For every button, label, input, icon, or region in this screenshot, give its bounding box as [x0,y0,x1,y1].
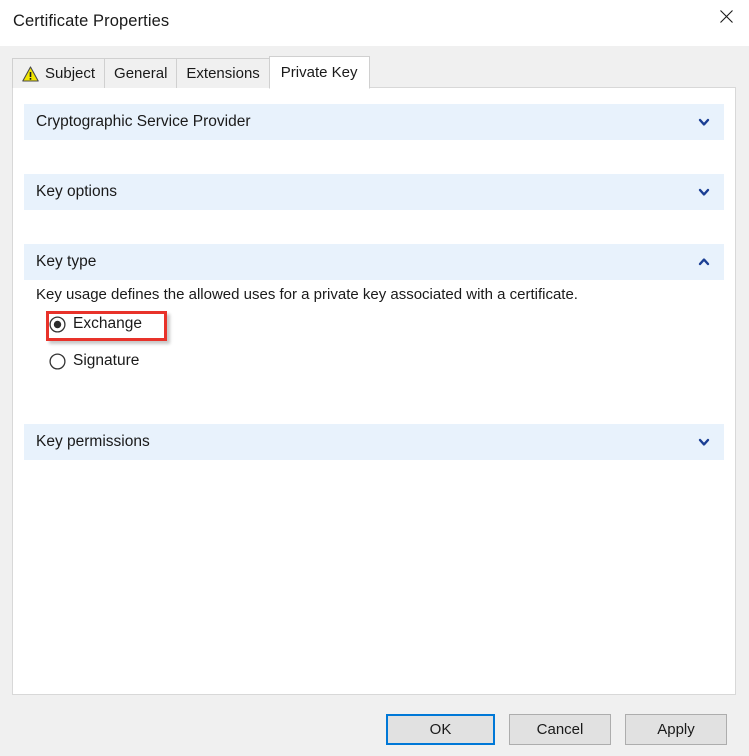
radio-signature-label: Signature [73,352,140,369]
tab-general-label: General [114,65,168,82]
section-cryptographic-service-provider: Cryptographic Service Provider [24,104,724,140]
section-key-options: Key options [24,174,724,210]
section-header-cryptographic-service-provider[interactable]: Cryptographic Service Provider [24,104,724,140]
chevron-down-icon [697,185,711,199]
tab-subject-label: Subject [45,65,96,82]
section-header-key-options[interactable]: Key options [24,174,724,210]
section-body-key-type: Key usage defines the allowed uses for a… [24,280,724,374]
radio-signature[interactable]: Signature [49,348,180,374]
close-button[interactable] [703,0,749,32]
apply-button[interactable]: Apply [625,714,727,745]
section-header-key-type[interactable]: Key type [24,244,724,280]
key-type-description: Key usage defines the allowed uses for a… [36,286,578,303]
section-title-cryptographic-service-provider: Cryptographic Service Provider [36,113,251,130]
radio-exchange-label: Exchange [73,315,142,332]
ok-button[interactable]: OK [386,714,495,745]
tab-extensions-label: Extensions [186,65,260,82]
window-title: Certificate Properties [13,12,170,30]
section-key-type: Key type Key usage defines the allowed u… [24,244,724,374]
section-title-key-options: Key options [36,183,117,200]
ok-button-label: OK [429,721,452,738]
section-key-permissions: Key permissions [24,424,724,460]
private-key-tab-panel: Cryptographic Service Provider Key optio… [12,87,736,695]
chevron-down-icon [697,435,711,449]
radio-unselected-icon [49,352,66,370]
radio-exchange[interactable]: Exchange [49,311,180,337]
tab-strip: Subject General Extensions Private Key [12,56,370,89]
radio-selected-icon [49,315,66,333]
section-title-key-permissions: Key permissions [36,433,150,450]
close-icon [719,9,733,23]
tab-general[interactable]: General [104,58,178,88]
warning-triangle-icon [22,65,39,82]
tab-extensions[interactable]: Extensions [176,58,270,88]
tab-private-key-label: Private Key [280,64,358,81]
chevron-up-icon [697,255,711,269]
cancel-button-label: Cancel [536,721,584,738]
radio-group-key-type: Exchange Signature [36,311,180,374]
cancel-button[interactable]: Cancel [509,714,611,745]
section-title-key-type: Key type [36,253,97,270]
chevron-down-icon [697,115,711,129]
title-bar: Certificate Properties [0,0,749,46]
tab-private-key[interactable]: Private Key [268,56,370,89]
section-header-key-permissions[interactable]: Key permissions [24,424,724,460]
apply-button-label: Apply [657,721,695,738]
tab-subject[interactable]: Subject [12,58,106,88]
